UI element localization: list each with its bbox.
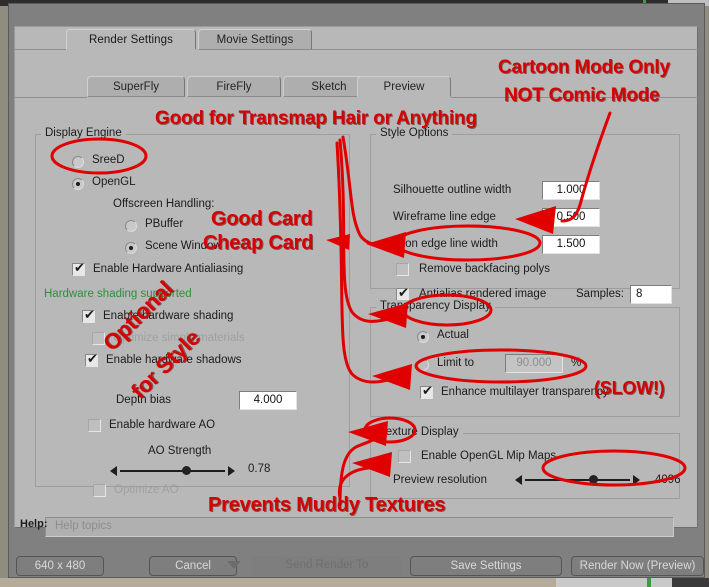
display-engine-title: Display Engine: [41, 127, 126, 139]
checkbox-enable-hardware-shadows[interactable]: ✔: [85, 352, 98, 367]
label-silhouette-outline-width: Silhouette outline width: [393, 184, 512, 196]
checkbox-enable-hardware-antialiasing[interactable]: ✔: [72, 261, 85, 276]
value-preview-resolution: 4096: [655, 474, 681, 486]
checkbox-enable-hardware-ao[interactable]: [88, 419, 101, 432]
slider-right-arrow-icon[interactable]: [633, 475, 640, 485]
annotation-cheap-card: Cheap Card: [203, 232, 314, 254]
help-topics-placeholder[interactable]: Help topics: [55, 520, 112, 532]
checkbox-enable-opengl-mip-maps[interactable]: [398, 450, 411, 463]
input-wireframe-line-edge[interactable]: 0.500: [542, 208, 600, 227]
check-tick-icon: ✔: [398, 286, 409, 301]
slider-left-arrow-icon[interactable]: [515, 475, 522, 485]
send-render-to-button: Send Render To: [252, 556, 402, 576]
label-preview-resolution: Preview resolution: [393, 474, 487, 486]
radio-limit-to[interactable]: [417, 359, 429, 371]
label-enable-opengl-mip-maps: Enable OpenGL Mip Maps: [421, 450, 557, 462]
value-ao-strength: 0.78: [248, 463, 271, 475]
label-limit-to-unit: %: [571, 357, 582, 369]
cancel-button[interactable]: Cancel: [149, 556, 237, 576]
label-remove-backfacing-polys: Remove backfacing polys: [419, 263, 551, 275]
slider-knob[interactable]: [182, 466, 191, 475]
label-limit-to: Limit to: [437, 357, 475, 369]
radio-sreed[interactable]: [72, 156, 84, 168]
tab-movie-settings[interactable]: Movie Settings: [198, 29, 312, 50]
label-wireframe-line-edge: Wireframe line edge: [393, 211, 496, 223]
check-tick-icon: ✔: [422, 384, 433, 399]
slider-knob[interactable]: [589, 475, 598, 484]
radio-actual[interactable]: [417, 331, 429, 343]
app-document-strip: [556, 578, 672, 587]
checkbox-optimize-ao: [93, 484, 106, 497]
check-tick-icon: ✔: [74, 261, 85, 276]
transparency-display-title: Transparency Display: [376, 300, 495, 312]
label-sreed: SreeD: [92, 154, 125, 166]
radio-pbuffer[interactable]: [125, 220, 137, 232]
label-opengl: OpenGL: [92, 176, 136, 188]
annotation-transmap: Good for Transmap Hair or Anything: [155, 108, 477, 129]
texture-display-title: Texture Display: [376, 426, 463, 438]
label-enable-hardware-ao: Enable hardware AO: [109, 419, 216, 431]
checkbox-remove-backfacing-polys[interactable]: [396, 263, 409, 276]
slider-right-arrow-icon[interactable]: [228, 466, 235, 476]
slider-track[interactable]: [525, 479, 630, 481]
annotation-slow: (SLOW!): [594, 378, 665, 398]
screen: Render Settings Movie Settings SuperFly …: [0, 0, 709, 587]
slider-track[interactable]: [120, 470, 225, 472]
input-limit-to[interactable]: 90.000: [505, 354, 563, 373]
subtab-superfly[interactable]: SuperFly: [87, 76, 185, 97]
input-toon-edge-line-width[interactable]: 1.500: [542, 235, 600, 254]
annotation-prevents-muddy-textures: Prevents Muddy Textures: [208, 494, 446, 516]
render-now-button[interactable]: Render Now (Preview): [571, 556, 704, 576]
label-actual: Actual: [437, 329, 469, 341]
label-samples: Samples:: [576, 288, 624, 300]
app-status-tick: [647, 578, 651, 587]
slider-preview-resolution[interactable]: [515, 473, 640, 487]
annotation-good-card: Good Card: [211, 208, 313, 230]
input-samples[interactable]: 8: [630, 285, 672, 304]
input-depth-bias[interactable]: 4.000: [239, 391, 297, 410]
annotation-cartoon-mode-only: Cartoon Mode Only: [498, 57, 670, 78]
subtab-preview[interactable]: Preview: [357, 76, 451, 97]
input-silhouette-outline-width[interactable]: 1.000: [542, 181, 600, 200]
main-tabstrip: Render Settings Movie Settings: [15, 27, 698, 51]
slider-ao-strength[interactable]: [110, 464, 235, 478]
radio-scene-window[interactable]: [125, 242, 137, 254]
checkbox-enhance-multilayer-transparency[interactable]: ✔: [420, 384, 433, 399]
slider-left-arrow-icon[interactable]: [110, 466, 117, 476]
label-enable-hardware-antialiasing: Enable Hardware Antialiasing: [93, 263, 244, 275]
check-tick-icon: ✔: [87, 352, 98, 367]
help-bar[interactable]: [45, 517, 674, 537]
check-tick-icon: ✔: [84, 308, 95, 323]
label-ao-strength: AO Strength: [148, 445, 212, 457]
texture-display-group: [370, 433, 680, 499]
tab-render-settings[interactable]: Render Settings: [66, 29, 196, 50]
annotation-not-comic-mode: NOT Comic Mode: [504, 85, 660, 106]
app-background-dark: [672, 578, 709, 587]
label-toon-edge-line-width: Toon edge line width: [393, 238, 498, 250]
subtab-firefly[interactable]: FireFly: [187, 76, 281, 97]
label-optimize-ao: Optimize AO: [114, 484, 179, 496]
resolution-button[interactable]: 640 x 480: [16, 556, 104, 576]
help-label: Help:: [20, 518, 48, 530]
label-enhance-multilayer-transparency: Enhance multilayer transparency: [441, 386, 609, 398]
chevron-down-icon[interactable]: [227, 561, 241, 569]
label-pbuffer: PBuffer: [145, 218, 184, 230]
save-settings-button[interactable]: Save Settings: [410, 556, 562, 576]
offscreen-handling-title: Offscreen Handling:: [113, 198, 215, 210]
radio-opengl[interactable]: [72, 178, 84, 190]
checkbox-enable-hardware-shading[interactable]: ✔: [82, 308, 95, 323]
label-antialias-rendered-image: Antialias rendered image: [419, 288, 547, 300]
